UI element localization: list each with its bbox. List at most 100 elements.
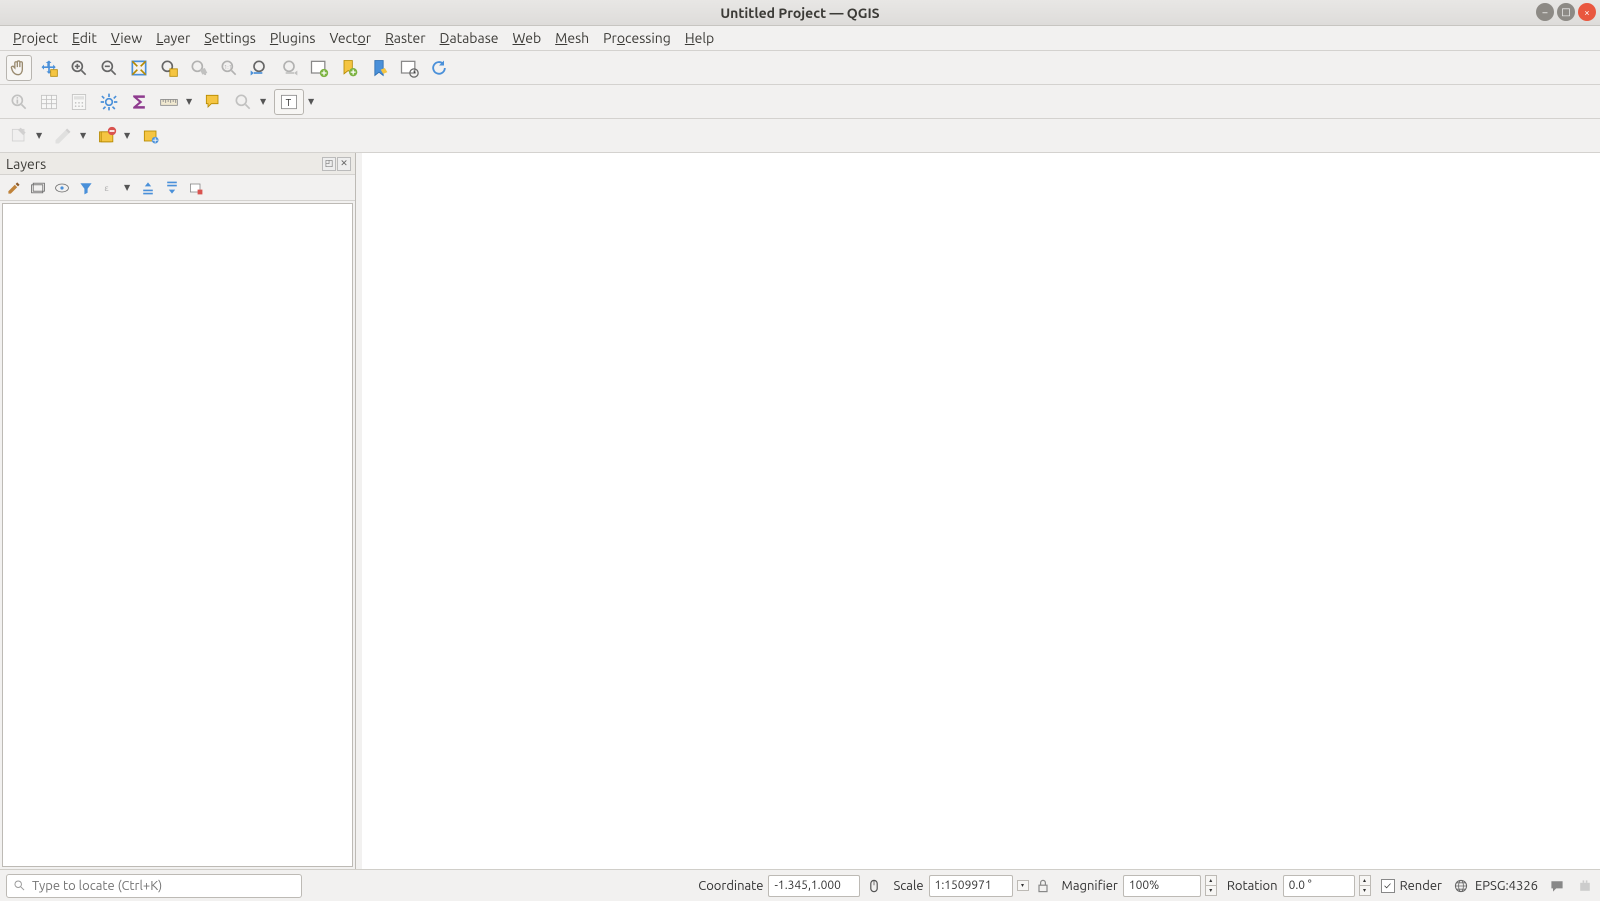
filter-dropdown[interactable]: ▼	[124, 183, 134, 192]
sigma-icon	[129, 92, 149, 112]
zoom-full-button[interactable]	[126, 55, 152, 81]
messages-button[interactable]	[1548, 877, 1566, 895]
add-group-button[interactable]	[28, 178, 48, 198]
zoom-full-icon	[129, 58, 149, 78]
zoom-to-selection-button[interactable]	[156, 55, 182, 81]
zoom-in-button[interactable]	[66, 55, 92, 81]
minimize-button[interactable]: –	[1536, 3, 1554, 21]
pan-map-button[interactable]	[6, 55, 32, 81]
zoom-in-icon	[69, 58, 89, 78]
menu-project[interactable]: Project	[6, 27, 65, 49]
toggle-editing-button[interactable]	[50, 123, 76, 149]
magnifier-spinner[interactable]: ▴▾	[1205, 876, 1217, 896]
open-attribute-table-button[interactable]	[36, 89, 62, 115]
rotation-spinner[interactable]: ▴▾	[1359, 876, 1371, 896]
refresh-button[interactable]	[426, 55, 452, 81]
annotation-dropdown[interactable]: ▼	[308, 97, 318, 106]
editing-dropdown[interactable]: ▼	[80, 131, 90, 140]
show-bookmarks-button[interactable]	[366, 55, 392, 81]
menu-web[interactable]: Web	[506, 27, 549, 49]
zoom-next-button[interactable]	[276, 55, 302, 81]
text-annotation-button[interactable]: T	[274, 89, 304, 115]
messages-icon	[1549, 878, 1565, 894]
zoom-last-button[interactable]	[246, 55, 272, 81]
gear-icon	[99, 92, 119, 112]
layer-styling-button[interactable]	[4, 178, 24, 198]
new-layer-button[interactable]	[138, 123, 164, 149]
remove-layer-button[interactable]	[186, 178, 206, 198]
toggle-extents-button[interactable]	[865, 877, 883, 895]
lock-icon	[1035, 878, 1051, 894]
menu-mesh[interactable]: Mesh	[548, 27, 596, 49]
menu-vector[interactable]: Vector	[322, 27, 378, 49]
temporal-controller-button[interactable]	[396, 55, 422, 81]
menu-raster[interactable]: Raster	[378, 27, 432, 49]
map-tips-button[interactable]	[200, 89, 226, 115]
layers-panel-title: Layers	[6, 156, 46, 172]
map-canvas[interactable]	[362, 153, 1600, 869]
menu-help[interactable]: Help	[678, 27, 721, 49]
filter-expression-button[interactable]: ε	[100, 178, 120, 198]
layers-tree[interactable]	[2, 203, 353, 867]
pencil-icon	[53, 126, 73, 146]
window-controls: – □ ×	[1536, 3, 1596, 21]
crs-button[interactable]: EPSG:4326	[1452, 877, 1538, 895]
scale-dropdown[interactable]: ▾	[1017, 881, 1029, 891]
menu-plugins[interactable]: Plugins	[263, 27, 323, 49]
measure-button[interactable]	[156, 89, 182, 115]
zoom-to-layer-button[interactable]	[186, 55, 212, 81]
zoom-next-icon	[279, 58, 299, 78]
maximize-button[interactable]: □	[1557, 3, 1575, 21]
zoom-out-icon	[99, 58, 119, 78]
edits-dropdown[interactable]: ▼	[36, 131, 46, 140]
menu-edit[interactable]: Edit	[65, 27, 104, 49]
magnifier-field[interactable]: 100%	[1123, 875, 1201, 897]
statistics-button[interactable]	[126, 89, 152, 115]
globe-icon	[1453, 878, 1469, 894]
new-map-view-button[interactable]	[306, 55, 332, 81]
collapse-all-button[interactable]	[162, 178, 182, 198]
current-edits-button[interactable]	[6, 123, 32, 149]
layers-panel-toolbar: ε ▼	[0, 175, 355, 201]
plugin-icon	[1577, 878, 1593, 894]
menu-layer[interactable]: Layer	[149, 27, 197, 49]
panel-close-button[interactable]: ✕	[337, 157, 351, 171]
zoom-selection-icon	[159, 58, 179, 78]
toolbar-attributes: ▼ ▼ T ▼	[0, 85, 1600, 119]
select-dropdown[interactable]: ▼	[260, 97, 270, 106]
zoom-out-button[interactable]	[96, 55, 122, 81]
panel-float-button[interactable]: ◰	[322, 157, 336, 171]
processing-toolbox-button[interactable]	[96, 89, 122, 115]
measure-dropdown[interactable]: ▼	[186, 97, 196, 106]
menu-database[interactable]: Database	[433, 27, 506, 49]
pan-to-selection-button[interactable]	[36, 55, 62, 81]
manage-visibility-button[interactable]	[52, 178, 72, 198]
scale-field[interactable]: 1:1509971	[929, 875, 1013, 897]
filter-legend-button[interactable]	[76, 178, 96, 198]
menu-settings[interactable]: Settings	[197, 27, 263, 49]
lock-scale-button[interactable]	[1034, 877, 1052, 895]
locator-input[interactable]	[32, 879, 295, 893]
coordinate-field[interactable]: -1.345,1.000	[768, 875, 860, 897]
coordinate-label: Coordinate	[698, 879, 763, 893]
identify-button[interactable]	[6, 89, 32, 115]
menu-view[interactable]: View	[104, 27, 149, 49]
zoom-native-button[interactable]: 1:1	[216, 55, 242, 81]
zoom-native-icon: 1:1	[219, 58, 239, 78]
render-checkbox[interactable]: ✓	[1381, 879, 1395, 893]
save-layer-edits-button[interactable]	[94, 123, 120, 149]
menu-processing[interactable]: Processing	[596, 27, 678, 49]
plugin-status-icon	[1576, 877, 1594, 895]
select-features-button[interactable]	[230, 89, 256, 115]
new-spatial-bookmark-button[interactable]	[336, 55, 362, 81]
zoom-layer-icon	[189, 58, 209, 78]
field-calculator-button[interactable]	[66, 89, 92, 115]
expand-all-button[interactable]	[138, 178, 158, 198]
save-edits-dropdown[interactable]: ▼	[124, 131, 134, 140]
rotation-field[interactable]: 0.0 °	[1283, 875, 1355, 897]
locator-box[interactable]	[6, 874, 302, 898]
close-button[interactable]: ×	[1578, 3, 1596, 21]
toolbar-digitizing: ▼ ▼ ▼	[0, 119, 1600, 153]
text-icon: T	[279, 92, 299, 112]
temporal-icon	[399, 58, 419, 78]
